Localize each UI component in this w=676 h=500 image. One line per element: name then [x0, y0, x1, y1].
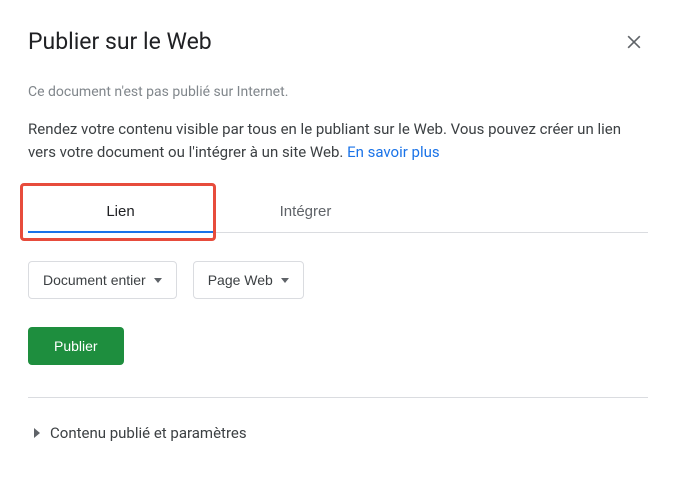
settings-expander[interactable]: Contenu publié et paramètres — [28, 420, 247, 446]
description-text: Rendez votre contenu visible par tous en… — [28, 118, 648, 163]
status-text: Ce document n'est pas publié sur Interne… — [28, 84, 648, 100]
dialog-header: Publier sur le Web — [28, 28, 648, 56]
caret-down-icon — [281, 278, 289, 283]
format-dropdown-label: Page Web — [208, 272, 273, 288]
close-icon — [624, 32, 644, 52]
tabs-container: Lien Intégrer — [28, 191, 648, 233]
scope-dropdown[interactable]: Document entier — [28, 261, 177, 299]
caret-right-icon — [34, 428, 40, 438]
description-body: Rendez votre contenu visible par tous en… — [28, 120, 621, 161]
tab-embed[interactable]: Intégrer — [213, 191, 398, 232]
dialog-title: Publier sur le Web — [28, 28, 212, 55]
learn-more-link[interactable]: En savoir plus — [347, 143, 440, 161]
tab-link[interactable]: Lien — [28, 191, 213, 232]
publish-button[interactable]: Publier — [28, 327, 124, 365]
close-button[interactable] — [620, 28, 648, 56]
caret-down-icon — [154, 278, 162, 283]
settings-expander-label: Contenu publié et paramètres — [50, 424, 247, 442]
divider — [28, 397, 648, 398]
dropdowns-row: Document entier Page Web — [28, 261, 648, 299]
format-dropdown[interactable]: Page Web — [193, 261, 304, 299]
scope-dropdown-label: Document entier — [43, 272, 146, 288]
